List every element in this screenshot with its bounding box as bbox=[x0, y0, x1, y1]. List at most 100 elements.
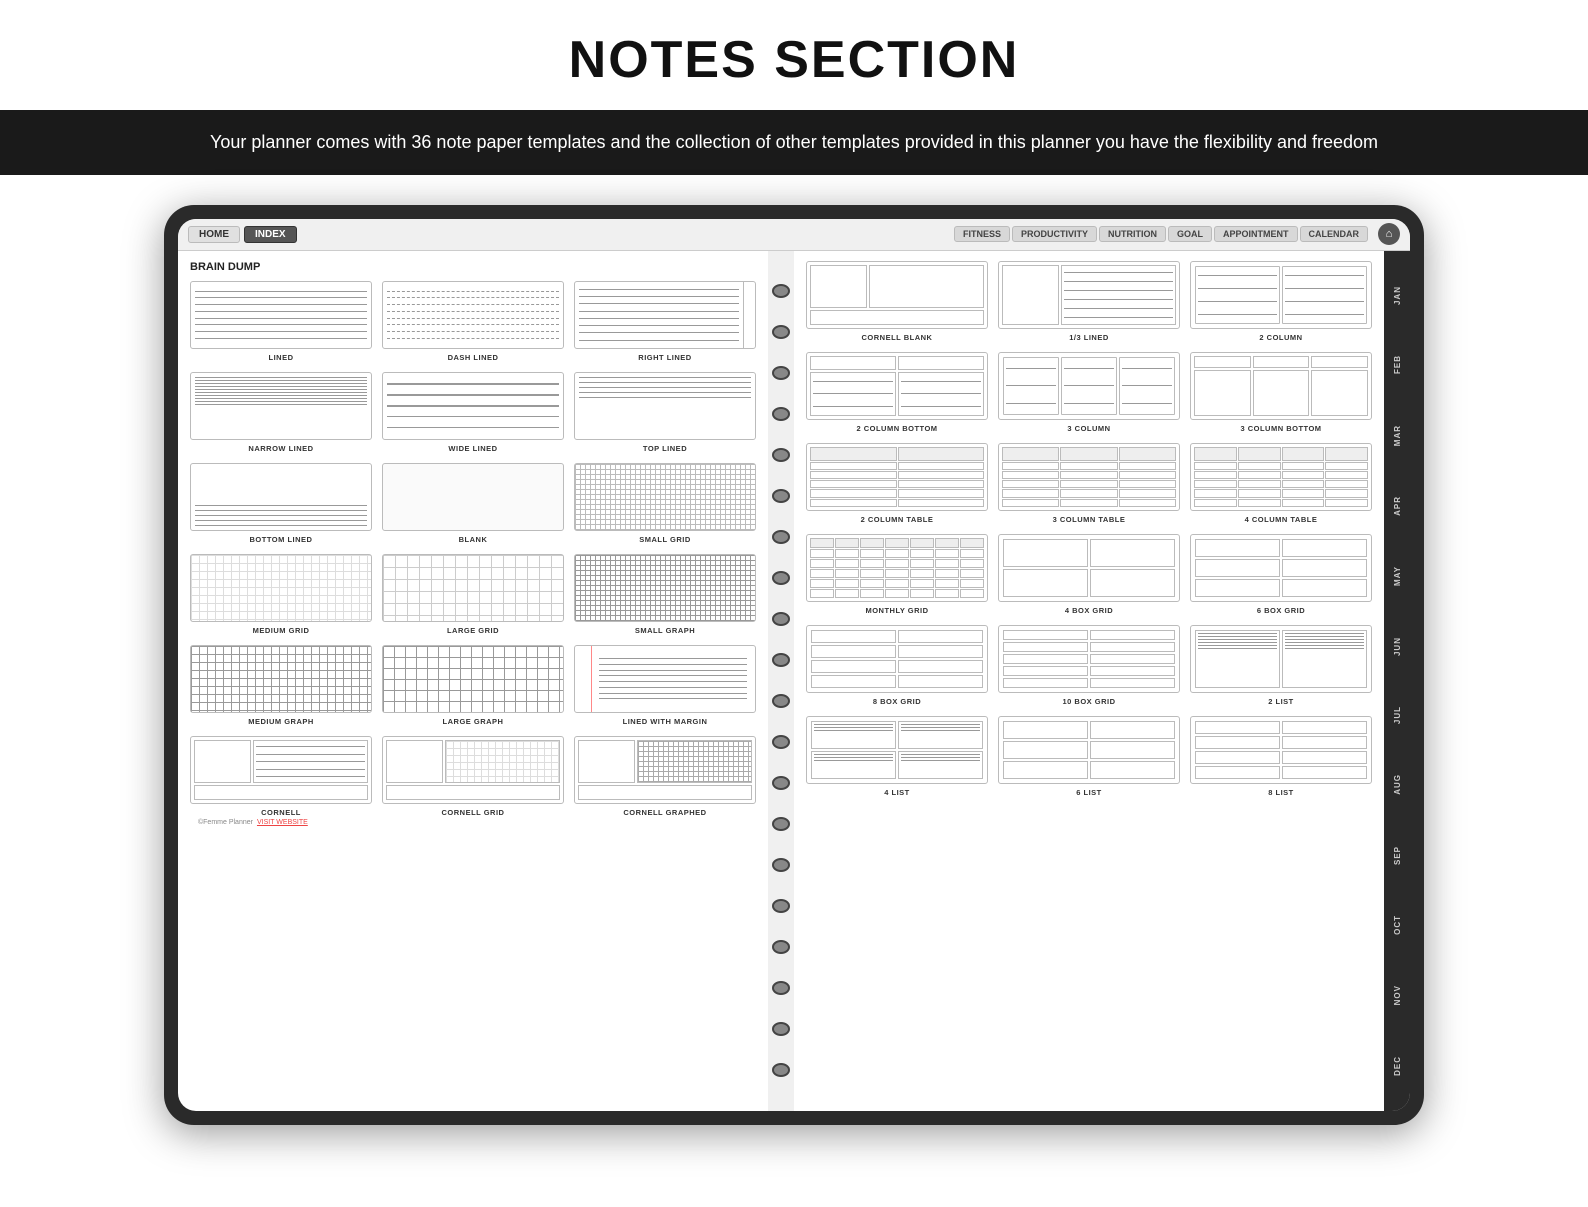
template-bottom-lined[interactable]: BOTTOM LINED bbox=[190, 463, 372, 544]
goal-tab[interactable]: GOAL bbox=[1168, 226, 1212, 242]
spiral-ring bbox=[772, 325, 790, 339]
template-two-list[interactable]: 2 LIST bbox=[1190, 625, 1372, 706]
template-small-grid[interactable]: SMALL GRID bbox=[574, 463, 756, 544]
template-label-four-list: 4 LIST bbox=[884, 788, 910, 797]
month-tab-jun[interactable]: JUN bbox=[1391, 631, 1404, 662]
template-four-col-table[interactable]: 4 COLUMN TABLE bbox=[1190, 443, 1372, 524]
template-cornell-grid[interactable]: CORNELL GRID bbox=[382, 736, 564, 817]
month-tab-aug[interactable]: AUG bbox=[1391, 768, 1404, 801]
template-two-column[interactable]: 2 COLUMN bbox=[1190, 261, 1372, 342]
template-right-lined[interactable]: RIGHT LINED bbox=[574, 281, 756, 362]
page-header: NOTES SECTION bbox=[0, 0, 1588, 100]
template-label-four-col-table: 4 COLUMN TABLE bbox=[1245, 515, 1318, 524]
template-two-col-bottom[interactable]: 2 COLUMN BOTTOM bbox=[806, 352, 988, 433]
template-label-cornell: CORNELL bbox=[261, 808, 301, 817]
calendar-tab[interactable]: CALENDAR bbox=[1300, 226, 1369, 242]
template-two-col-table[interactable]: 2 COLUMN TABLE bbox=[806, 443, 988, 524]
template-label-wide: WIDE LINED bbox=[448, 444, 497, 453]
template-eight-list[interactable]: 8 LIST bbox=[1190, 716, 1372, 797]
template-large-graph[interactable]: LARGE GRAPH bbox=[382, 645, 564, 726]
template-label-right-lined: RIGHT LINED bbox=[638, 353, 691, 362]
template-six-list[interactable]: 6 LIST bbox=[998, 716, 1180, 797]
template-preview-cornell-graphed bbox=[574, 736, 756, 804]
page-title: NOTES SECTION bbox=[20, 30, 1568, 90]
template-preview-four-col-table bbox=[1190, 443, 1372, 511]
index-nav-btn[interactable]: INDEX bbox=[244, 226, 297, 243]
template-three-col-table[interactable]: 3 COLUMN TABLE bbox=[998, 443, 1180, 524]
template-label-lined-margin: LINED WITH MARGIN bbox=[623, 717, 708, 726]
template-narrow-lined[interactable]: NARROW LINED bbox=[190, 372, 372, 453]
template-label-large-grid: LARGE GRID bbox=[447, 626, 499, 635]
template-preview-small-grid bbox=[574, 463, 756, 531]
spiral-binding bbox=[768, 251, 794, 1111]
template-label-two-col-bottom: 2 COLUMN BOTTOM bbox=[856, 424, 937, 433]
template-small-graph[interactable]: SMALL GRAPH bbox=[574, 554, 756, 635]
template-four-list[interactable]: 4 LIST bbox=[806, 716, 988, 797]
template-label-top: TOP LINED bbox=[643, 444, 687, 453]
month-tab-oct[interactable]: OCT bbox=[1391, 909, 1404, 941]
template-large-grid[interactable]: LARGE GRID bbox=[382, 554, 564, 635]
template-medium-grid[interactable]: MEDIUM GRID bbox=[190, 554, 372, 635]
month-tab-mar[interactable]: MAR bbox=[1391, 419, 1404, 452]
month-tab-dec[interactable]: DEC bbox=[1391, 1050, 1404, 1082]
spiral-ring bbox=[772, 776, 790, 790]
appointment-tab[interactable]: APPOINTMENT bbox=[1214, 226, 1298, 242]
spiral-ring bbox=[772, 817, 790, 831]
template-label-one-third: 1/3 LINED bbox=[1069, 333, 1109, 342]
month-tab-nov[interactable]: NOV bbox=[1391, 979, 1404, 1011]
month-tab-feb[interactable]: FEB bbox=[1391, 349, 1404, 380]
template-preview-ten-box bbox=[998, 625, 1180, 693]
template-label-eight-box: 8 BOX GRID bbox=[873, 697, 921, 706]
productivity-tab[interactable]: PRODUCTIVITY bbox=[1012, 226, 1097, 242]
home-nav-btn[interactable]: HOME bbox=[188, 226, 240, 243]
template-preview-four-list bbox=[806, 716, 988, 784]
copyright: ©Femme Planner VISIT WEBSITE bbox=[190, 817, 756, 828]
template-three-col-bottom[interactable]: 3 COLUMN BOTTOM bbox=[1190, 352, 1372, 433]
template-eight-box[interactable]: 8 BOX GRID bbox=[806, 625, 988, 706]
nutrition-tab[interactable]: NUTRITION bbox=[1099, 226, 1166, 242]
template-label-blank: BLANK bbox=[459, 535, 488, 544]
template-medium-graph[interactable]: MEDIUM GRAPH bbox=[190, 645, 372, 726]
template-label-eight-list: 8 LIST bbox=[1268, 788, 1294, 797]
template-label-two-list: 2 LIST bbox=[1268, 697, 1294, 706]
template-preview-one-third bbox=[998, 261, 1180, 329]
template-label-cornell-graphed: CORNELL GRAPHED bbox=[623, 808, 706, 817]
template-label-three-col-table: 3 COLUMN TABLE bbox=[1053, 515, 1126, 524]
template-cornell[interactable]: CORNELL bbox=[190, 736, 372, 817]
spiral-ring bbox=[772, 694, 790, 708]
template-ten-box[interactable]: 10 BOX GRID bbox=[998, 625, 1180, 706]
month-tab-apr[interactable]: APR bbox=[1391, 490, 1404, 522]
template-preview-cornell-grid bbox=[382, 736, 564, 804]
template-one-third-lined[interactable]: 1/3 LINED bbox=[998, 261, 1180, 342]
template-cornell-graphed[interactable]: CORNELL GRAPHED bbox=[574, 736, 756, 817]
template-preview-three-col bbox=[998, 352, 1180, 420]
home-icon[interactable]: ⌂ bbox=[1378, 223, 1400, 245]
spiral-ring bbox=[772, 1022, 790, 1036]
template-preview-two-col-bottom bbox=[806, 352, 988, 420]
fitness-tab[interactable]: FITNESS bbox=[954, 226, 1010, 242]
template-wide-lined[interactable]: WIDE LINED bbox=[382, 372, 564, 453]
month-tab-jul[interactable]: JUL bbox=[1391, 700, 1404, 730]
copyright-link[interactable]: VISIT WEBSITE bbox=[257, 819, 308, 826]
subtitle-bar: Your planner comes with 36 note paper te… bbox=[0, 110, 1588, 175]
template-six-box[interactable]: 6 BOX GRID bbox=[1190, 534, 1372, 615]
template-three-column[interactable]: 3 COLUMN bbox=[998, 352, 1180, 433]
template-lined[interactable]: LINED bbox=[190, 281, 372, 362]
spiral-ring bbox=[772, 407, 790, 421]
template-top-lined[interactable]: TOP LINED bbox=[574, 372, 756, 453]
template-cornell-blank[interactable]: CORNELL BLANK bbox=[806, 261, 988, 342]
template-four-box[interactable]: 4 BOX GRID bbox=[998, 534, 1180, 615]
template-preview-medium-grid bbox=[190, 554, 372, 622]
template-blank[interactable]: BLANK bbox=[382, 463, 564, 544]
template-label-large-graph: LARGE GRAPH bbox=[443, 717, 504, 726]
template-lined-margin[interactable]: LINED WITH MARGIN bbox=[574, 645, 756, 726]
template-monthly-grid[interactable]: MONTHLY GRID bbox=[806, 534, 988, 615]
template-label-medium-grid: MEDIUM GRID bbox=[253, 626, 310, 635]
brain-dump-title: BRAIN DUMP bbox=[190, 261, 756, 273]
month-tab-jan[interactable]: JAN bbox=[1391, 280, 1404, 311]
template-dash-lined[interactable]: DASH LINED bbox=[382, 281, 564, 362]
month-tab-may[interactable]: MAY bbox=[1391, 560, 1404, 592]
month-tab-sep[interactable]: SEP bbox=[1391, 840, 1404, 871]
template-preview-cornell bbox=[190, 736, 372, 804]
template-label-ten-box: 10 BOX GRID bbox=[1062, 697, 1115, 706]
